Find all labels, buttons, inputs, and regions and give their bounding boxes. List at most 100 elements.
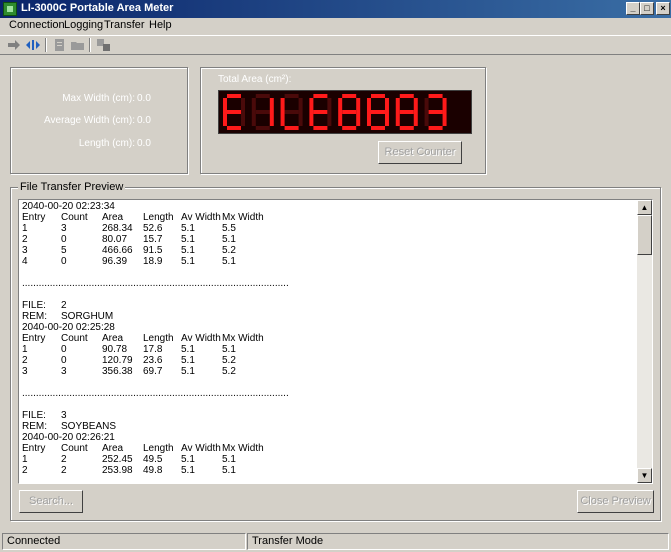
arrow-right-icon[interactable]	[6, 38, 22, 52]
cell-av-width: 5.1	[181, 234, 195, 245]
timestamp: 2040-00-20 02:25:28	[22, 322, 115, 333]
close-button[interactable]: ×	[656, 2, 670, 15]
length-value: 0.0	[137, 138, 151, 149]
app-icon	[3, 2, 17, 16]
close-preview-button[interactable]: Close Preview	[577, 490, 654, 513]
cell-count: 2	[61, 465, 67, 476]
timestamp: 2040-00-20 02:26:21	[22, 432, 115, 443]
cell-area: 120.79	[102, 355, 133, 366]
cell-area: 96.39	[102, 256, 128, 267]
search-button[interactable]: Search...	[19, 490, 83, 513]
rem-label: REM:	[22, 311, 47, 322]
header-length: Length	[143, 443, 174, 454]
menu-transfer[interactable]: Transfer	[104, 19, 145, 31]
cell-mx-width: 5.2	[222, 366, 236, 377]
minimize-button[interactable]: _	[626, 2, 640, 15]
max-width-label: Max Width (cm):	[62, 93, 135, 104]
cell-count: 0	[61, 355, 67, 366]
avg-width-label: Average Width (cm):	[44, 115, 135, 126]
header-count: Count	[61, 443, 88, 454]
cell-av-width: 5.1	[181, 256, 195, 267]
toolbar-separator	[45, 38, 47, 52]
cell-av-width: 5.1	[181, 465, 195, 476]
cell-area: 253.98	[102, 465, 133, 476]
folder-open-icon[interactable]	[70, 38, 86, 52]
max-width-value: 0.0	[137, 93, 151, 104]
cell-entry: 2	[22, 465, 28, 476]
cell-length: 69.7	[143, 366, 163, 377]
header-area: Area	[102, 333, 124, 344]
display-digit	[338, 94, 361, 130]
header-av-width: Av Width	[181, 443, 221, 454]
header-mx-width: Mx Width	[222, 443, 264, 454]
cell-length: 17.8	[143, 344, 163, 355]
vertical-scrollbar[interactable]: ▲ ▼	[637, 200, 652, 483]
display-digit	[395, 94, 418, 130]
cell-mx-width: 5.1	[222, 344, 236, 355]
header-count: Count	[61, 212, 88, 223]
header-mx-width: Mx Width	[222, 212, 264, 223]
rem-value: SORGHUM	[61, 311, 114, 322]
cell-entry: 2	[22, 234, 28, 245]
reset-counter-button[interactable]: Reset Counter	[378, 141, 462, 164]
cell-count: 0	[61, 344, 67, 355]
cell-area: 466.66	[102, 245, 133, 256]
status-bar: Connected Transfer Mode	[0, 532, 671, 552]
cell-count: 5	[61, 245, 67, 256]
display-digit	[223, 94, 245, 130]
display-digit	[280, 94, 303, 130]
scroll-up-icon[interactable]: ▲	[637, 200, 652, 215]
cell-mx-width: 5.1	[222, 465, 236, 476]
header-length: Length	[143, 212, 174, 223]
connect-arrows-icon[interactable]	[25, 38, 41, 52]
file-number: 3	[61, 410, 67, 421]
toolbar-separator	[89, 38, 91, 52]
length-label: Length (cm):	[78, 138, 135, 149]
file-transfer-preview-title: File Transfer Preview	[18, 181, 126, 193]
cell-area: 356.38	[102, 366, 133, 377]
scroll-down-icon[interactable]: ▼	[637, 468, 652, 483]
cell-entry: 4	[22, 256, 28, 267]
document-icon[interactable]	[52, 38, 68, 52]
toolbar	[0, 35, 671, 55]
header-entry: Entry	[22, 333, 46, 344]
cell-count: 2	[61, 454, 67, 465]
title-bar: LI-3000C Portable Area Meter _ □ ×	[0, 0, 671, 18]
cell-mx-width: 5.5	[222, 223, 236, 234]
cell-av-width: 5.1	[181, 223, 195, 234]
total-area-display	[218, 90, 472, 134]
status-mode: Transfer Mode	[247, 533, 669, 550]
maximize-button[interactable]: □	[640, 2, 654, 15]
cell-area: 252.45	[102, 454, 133, 465]
header-count: Count	[61, 333, 88, 344]
file-number: 2	[61, 300, 67, 311]
cell-count: 0	[61, 256, 67, 267]
cell-av-width: 5.1	[181, 245, 195, 256]
total-area-label: Total Area (cm²):	[218, 74, 292, 85]
display-digit	[251, 94, 274, 130]
cell-av-width: 5.1	[181, 454, 195, 465]
cell-length: 91.5	[143, 245, 163, 256]
menu-help[interactable]: Help	[149, 19, 172, 31]
scroll-thumb[interactable]	[637, 215, 652, 255]
cell-mx-width: 5.1	[222, 454, 236, 465]
cell-length: 49.5	[143, 454, 163, 465]
avg-width-value: 0.0	[137, 115, 151, 126]
cell-area: 80.07	[102, 234, 128, 245]
separator: ........................................…	[22, 388, 289, 399]
measurements-panel: Max Width (cm): 0.0 Average Width (cm): …	[10, 67, 188, 174]
preview-textarea[interactable]: 2040-00-20 02:23:34 Entry Count Area Length A…	[18, 199, 653, 484]
cell-area: 90.78	[102, 344, 128, 355]
cell-length: 18.9	[143, 256, 163, 267]
display-digit	[366, 94, 389, 130]
transfer-icon[interactable]	[96, 38, 112, 52]
menu-logging[interactable]: Logging	[64, 19, 103, 31]
header-mx-width: Mx Width	[222, 333, 264, 344]
cell-length: 49.8	[143, 465, 163, 476]
header-av-width: Av Width	[181, 212, 221, 223]
menu-connection[interactable]: Connection	[9, 19, 65, 31]
cell-mx-width: 5.1	[222, 256, 236, 267]
cell-entry: 3	[22, 245, 28, 256]
cell-count: 3	[61, 223, 67, 234]
rem-value: SOYBEANS	[61, 421, 117, 432]
